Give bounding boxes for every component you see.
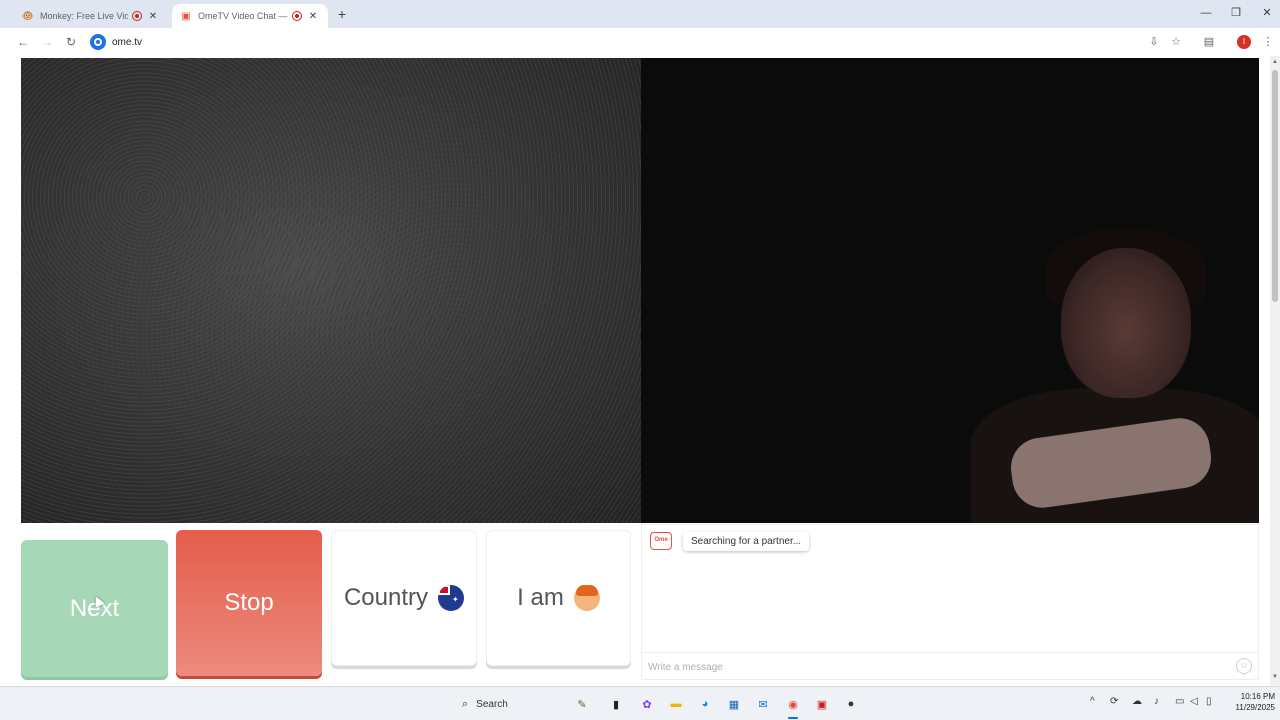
windows-start-icon[interactable] — [431, 695, 448, 712]
message-input[interactable] — [648, 659, 1208, 675]
boy-avatar-icon — [573, 585, 600, 611]
close-icon[interactable]: ✕ — [306, 11, 320, 22]
active-app-indicator — [788, 717, 798, 719]
task-view-icon[interactable]: ▮ — [607, 695, 625, 713]
australia-flag-icon — [438, 585, 465, 611]
windows-taskbar: ⌕ Search ✎ ▮ ✿ ▬ ◕ ▦ ✉ ◉ ▣ ● ^ ⟳ ☁ ♪ ▭ ◁… — [0, 686, 1280, 720]
microphone-icon[interactable]: ♪ — [1154, 696, 1159, 707]
address-bar[interactable]: ome.tv — [86, 31, 1136, 53]
reload-icon[interactable]: ↻ — [63, 34, 79, 50]
emoji-icon[interactable]: ☺ — [1236, 658, 1252, 674]
side-panel-icon[interactable]: ▤ — [1201, 34, 1217, 50]
url-text: ome.tv — [112, 36, 143, 48]
gender-button[interactable]: I am — [486, 530, 631, 666]
site-info-icon[interactable] — [90, 34, 106, 50]
battery-icon[interactable]: ▯ — [1206, 696, 1212, 707]
onedrive-icon[interactable]: ☁ — [1132, 696, 1142, 707]
new-tab-button[interactable]: + — [334, 6, 350, 22]
country-button-label: Country — [343, 584, 429, 611]
self-video — [641, 58, 1259, 523]
stop-button[interactable]: Stop — [176, 530, 322, 676]
recorder-icon[interactable]: ● — [842, 695, 860, 713]
sync-icon[interactable]: ⟳ — [1110, 696, 1118, 707]
forward-icon[interactable]: → — [39, 34, 55, 50]
self-video-face — [1061, 248, 1191, 398]
bookmark-star-icon[interactable]: ☆ — [1168, 34, 1184, 50]
taskbar-search-label: Search — [476, 698, 508, 710]
tab-monkey[interactable]: 🐵 Monkey: Free Live Video Ch ✕ — [14, 4, 168, 28]
gender-button-label: I am — [517, 584, 564, 611]
next-button[interactable]: Next — [21, 540, 168, 677]
store-icon[interactable]: ▦ — [725, 695, 743, 713]
restore-icon[interactable]: ❐ — [1225, 5, 1247, 21]
chat-panel: Ome Searching for a partner... ☺ — [641, 524, 1259, 680]
media-app-icon[interactable]: ▣ — [813, 695, 831, 713]
page-scrollbar[interactable]: ▲ ▼ — [1270, 56, 1280, 686]
edge-icon[interactable]: ◕ — [696, 695, 714, 713]
volume-icon[interactable]: ◁ — [1190, 696, 1198, 707]
back-icon[interactable]: ← — [15, 34, 31, 50]
tab-strip: 🐵 Monkey: Free Live Video Ch ✕ ▣ OmeTV V… — [0, 0, 1280, 28]
monkey-icon: 🐵 — [21, 10, 35, 22]
country-button[interactable]: Country — [331, 530, 477, 666]
status-message: Searching for a partner... — [683, 532, 810, 551]
tab-ometv[interactable]: ▣ OmeTV Video Chat — Ome ✕ — [172, 4, 328, 28]
scroll-down-icon[interactable]: ▼ — [1272, 674, 1278, 680]
ometv-icon: ▣ — [181, 10, 191, 22]
stop-button-label: Stop — [224, 589, 274, 616]
tray-overflow-icon[interactable]: ^ — [1090, 696, 1095, 707]
clock-date: 11/29/2025 — [1235, 703, 1275, 712]
minimize-icon[interactable]: — — [1195, 5, 1217, 21]
scroll-up-icon[interactable]: ▲ — [1272, 59, 1278, 65]
copilot-icon[interactable]: ✿ — [638, 695, 656, 713]
page-content: Next Stop Country I am Ome Searching for… — [0, 56, 1280, 686]
tab-title: Monkey: Free Live Video Ch — [40, 11, 128, 21]
clock-time: 10:16 PM — [1240, 692, 1275, 701]
tab-title: OmeTV Video Chat — Ome — [198, 11, 288, 21]
file-explorer-icon[interactable]: ▬ — [667, 695, 685, 713]
profile-avatar[interactable]: I — [1237, 35, 1251, 49]
ometv-logo-icon: Ome — [650, 532, 672, 550]
system-clock[interactable]: 10:16 PM 11/29/2025 — [1225, 691, 1275, 713]
widgets-icon[interactable]: ✎ — [573, 695, 591, 713]
browser-toolbar: ← → ↻ ome.tv ⇩ ☆ ▤ ⋮ — [0, 28, 1280, 56]
recording-icon — [292, 11, 302, 21]
network-icon[interactable]: ▭ — [1175, 696, 1184, 707]
recording-icon — [132, 11, 142, 21]
close-window-icon[interactable]: ✕ — [1256, 5, 1278, 21]
search-icon: ⌕ — [462, 697, 469, 710]
close-icon[interactable]: ✕ — [146, 11, 160, 22]
chat-input-row: ☺ — [642, 652, 1258, 680]
menu-kebab-icon[interactable]: ⋮ — [1260, 34, 1276, 50]
outlook-icon[interactable]: ✉ — [754, 695, 772, 713]
install-app-icon[interactable]: ⇩ — [1146, 34, 1162, 50]
chrome-icon[interactable]: ◉ — [784, 695, 802, 713]
scroll-thumb[interactable] — [1272, 70, 1278, 302]
partner-video — [21, 58, 641, 523]
